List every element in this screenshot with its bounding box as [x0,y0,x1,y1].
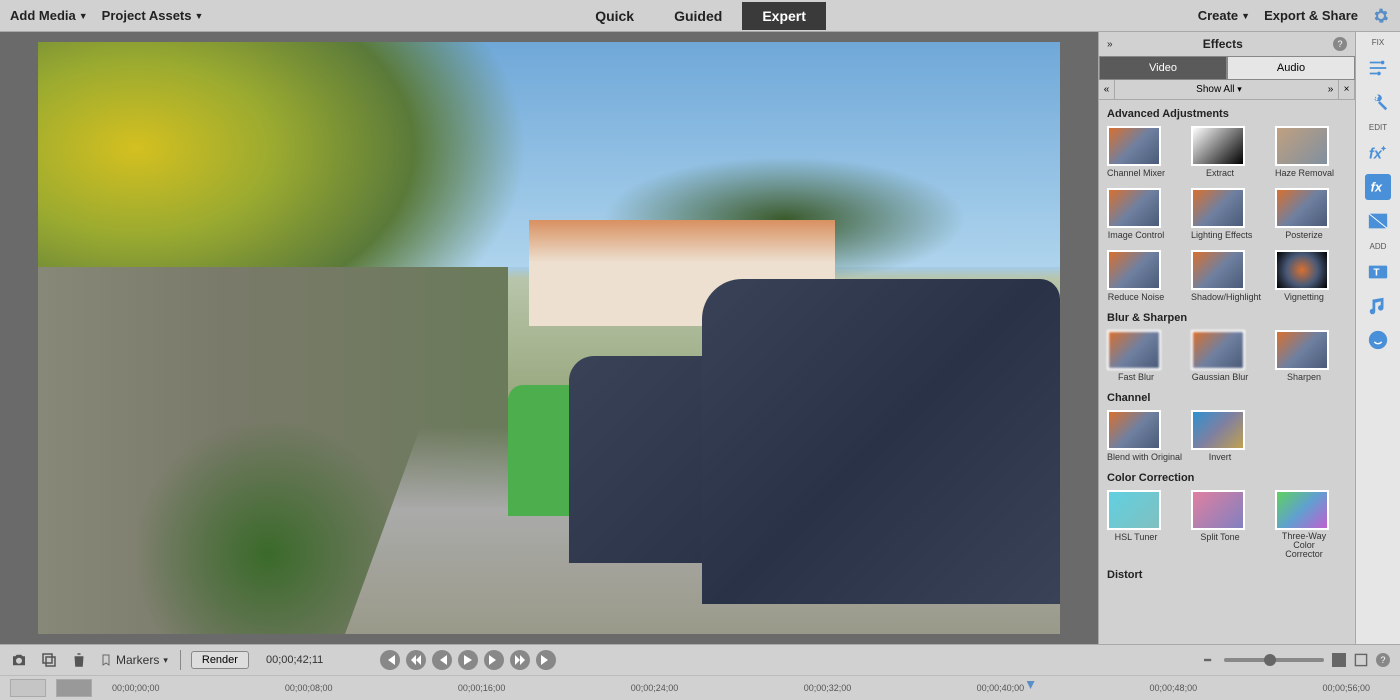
tool-add[interactable]: ADD [1370,242,1387,251]
filter-prev-icon[interactable]: « [1099,80,1115,99]
duplicate-icon[interactable] [40,651,58,669]
step-back-button[interactable] [406,650,426,670]
category-label: Channel [1107,392,1347,404]
play-button[interactable] [458,650,478,670]
svg-text:T: T [1373,268,1380,279]
effect-fast-blur[interactable]: Fast Blur [1107,330,1165,382]
step-forward-button[interactable] [510,650,530,670]
ruler-tick: 00;00;56;00 [1322,683,1370,693]
panel-title: Effects [1113,37,1333,51]
ruler-tick: 00;00;24;00 [631,683,679,693]
effect-split-tone[interactable]: Split Tone [1191,490,1249,559]
tool-graphics[interactable] [1365,327,1391,353]
category-label: Distort [1107,569,1347,581]
tab-expert[interactable]: Expert [742,2,826,30]
trash-icon[interactable] [70,651,88,669]
timeline-ruler[interactable]: 00;00;00;00 00;00;08;00 00;00;16;00 00;0… [92,683,1390,693]
effect-hsl-tuner[interactable]: HSL Tuner [1107,490,1165,559]
tool-edit[interactable]: EDIT [1369,123,1387,132]
fit-icon[interactable] [1354,653,1368,667]
tool-fx[interactable]: fx [1365,174,1391,200]
help-icon[interactable]: ? [1333,37,1347,51]
zoom-in-icon[interactable] [1332,653,1346,667]
effect-posterize[interactable]: Posterize [1275,188,1333,240]
effect-reduce-noise[interactable]: Reduce Noise [1107,250,1165,302]
effects-tab-video[interactable]: Video [1099,56,1227,80]
tool-music[interactable] [1365,293,1391,319]
effects-tab-audio[interactable]: Audio [1227,56,1355,80]
ruler-tick: 00;00;32;00 [804,683,852,693]
preview-frame [38,42,1060,634]
tool-tools[interactable] [1365,89,1391,115]
markers-dropdown[interactable]: Markers ▾ [100,653,168,667]
category-label: Color Correction [1107,472,1347,484]
effect-gaussian-blur[interactable]: Gaussian Blur [1191,330,1249,382]
effect-sharpen[interactable]: Sharpen [1275,330,1333,382]
ruler-tick: 00;00;48;00 [1150,683,1198,693]
effect-three-way-color[interactable]: Three-Way Color Corrector [1275,490,1333,559]
effect-extract[interactable]: Extract [1191,126,1249,178]
svg-text:fx: fx [1371,180,1383,195]
filter-next-icon[interactable]: » [1323,80,1339,99]
zoom-out-icon[interactable] [1204,654,1216,666]
ruler-tick: 00;00;16;00 [458,683,506,693]
tab-quick[interactable]: Quick [575,2,654,30]
effect-image-control[interactable]: Image Control [1107,188,1165,240]
tool-transitions[interactable] [1365,208,1391,234]
caret-down-icon: ▼ [195,11,204,21]
project-assets-menu[interactable]: Project Assets▼ [102,8,204,23]
preview-monitor [0,32,1098,644]
effect-vignetting[interactable]: Vignetting [1275,250,1333,302]
gear-icon[interactable] [1372,7,1390,25]
snapshot-icon[interactable] [10,651,28,669]
effect-haze-removal[interactable]: Haze Removal [1275,126,1333,178]
frame-back-button[interactable] [432,650,452,670]
effect-blend-original[interactable]: Blend with Original [1107,410,1165,462]
filter-close-icon[interactable]: × [1339,80,1355,99]
ruler-tick: 00;00;00;00 [112,683,160,693]
caret-down-icon: ▼ [1241,11,1250,21]
tool-fx-star[interactable]: fx [1365,140,1391,166]
category-label: Advanced Adjustments [1107,108,1347,120]
timeline-tools-button[interactable] [10,679,46,697]
caret-down-icon: ▼ [79,11,88,21]
svg-text:fx: fx [1369,147,1383,163]
effect-shadow-highlight[interactable]: Shadow/Highlight [1191,250,1249,302]
timeline-audio-button[interactable] [56,679,92,697]
tab-guided[interactable]: Guided [654,2,742,30]
timecode-display[interactable]: 00;00;42;11 [259,651,330,669]
timeline-help-icon[interactable]: ? [1376,653,1390,667]
goto-start-button[interactable] [380,650,400,670]
effect-channel-mixer[interactable]: Channel Mixer [1107,126,1165,178]
tool-titles[interactable]: T [1365,259,1391,285]
playhead[interactable] [1027,681,1035,689]
ruler-tick: 00;00;40;00 [977,683,1025,693]
marker-icon [100,653,112,667]
effect-lighting-effects[interactable]: Lighting Effects [1191,188,1249,240]
effects-list[interactable]: Advanced Adjustments Channel Mixer Extra… [1099,100,1355,644]
category-label: Blur & Sharpen [1107,312,1347,324]
add-media-menu[interactable]: Add Media▼ [10,8,88,23]
export-share-menu[interactable]: Export & Share [1264,8,1358,23]
goto-end-button[interactable] [536,650,556,670]
tool-fix[interactable]: FIX [1372,38,1384,47]
tool-adjust[interactable] [1365,55,1391,81]
zoom-slider[interactable] [1224,658,1324,662]
effect-invert[interactable]: Invert [1191,410,1249,462]
create-menu[interactable]: Create▼ [1198,8,1250,23]
ruler-tick: 00;00;08;00 [285,683,333,693]
filter-dropdown[interactable]: Show All ▾ [1115,84,1323,95]
frame-forward-button[interactable] [484,650,504,670]
render-button[interactable]: Render [191,651,249,669]
